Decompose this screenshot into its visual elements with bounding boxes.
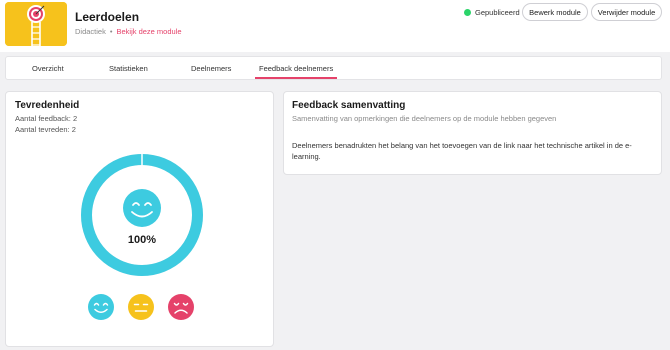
satisfaction-percent: 100% [127,234,157,246]
module-category: Didactiek [75,27,106,36]
module-title: Leerdoelen [75,10,140,24]
feedback-count: Aantal feedback: 2 [15,114,78,123]
satisfaction-title: Tevredenheid [15,100,80,111]
summary-text: Deelnemers benadrukten het belang van he… [292,141,632,161]
delete-module-button[interactable]: Verwijder module [591,3,662,21]
sad-face-icon [168,294,194,320]
happy-face-icon [88,294,114,320]
publish-status: Gepubliceerd [464,8,520,17]
tab-overzicht[interactable]: Overzicht [32,57,64,79]
satisfied-count: Aantal tevreden: 2 [15,125,76,134]
module-meta: Didactiek • Bekijk deze module [75,27,182,36]
module-header: Leerdoelen Didactiek • Bekijk deze module … [0,0,670,52]
tab-statistieken[interactable]: Statistieken [109,57,148,79]
summary-subtitle: Samenvatting van opmerkingen die deelnem… [292,114,557,123]
summary-title: Feedback samenvatting [292,100,406,111]
feedback-summary-card: Feedback samenvatting Samenvatting van o… [283,91,662,175]
edit-module-button[interactable]: Bewerk module [522,3,588,21]
module-thumbnail [5,2,67,46]
tab-feedback-deelnemers[interactable]: Feedback deelnemers [254,57,338,79]
target-ladder-icon [5,2,67,46]
tab-bar: Overzicht Statistieken Deelnemers Feedba… [5,56,662,80]
view-module-link[interactable]: Bekijk deze module [117,27,182,36]
status-dot-icon [464,9,471,16]
meta-separator: • [109,27,113,36]
status-label: Gepubliceerd [475,8,520,17]
center-happy-face-icon [123,189,161,227]
satisfaction-card: Tevredenheid Aantal feedback: 2 Aantal t… [5,91,274,347]
satisfaction-donut [81,153,203,276]
neutral-face-icon [128,294,154,320]
tab-deelnemers[interactable]: Deelnemers [191,57,231,79]
